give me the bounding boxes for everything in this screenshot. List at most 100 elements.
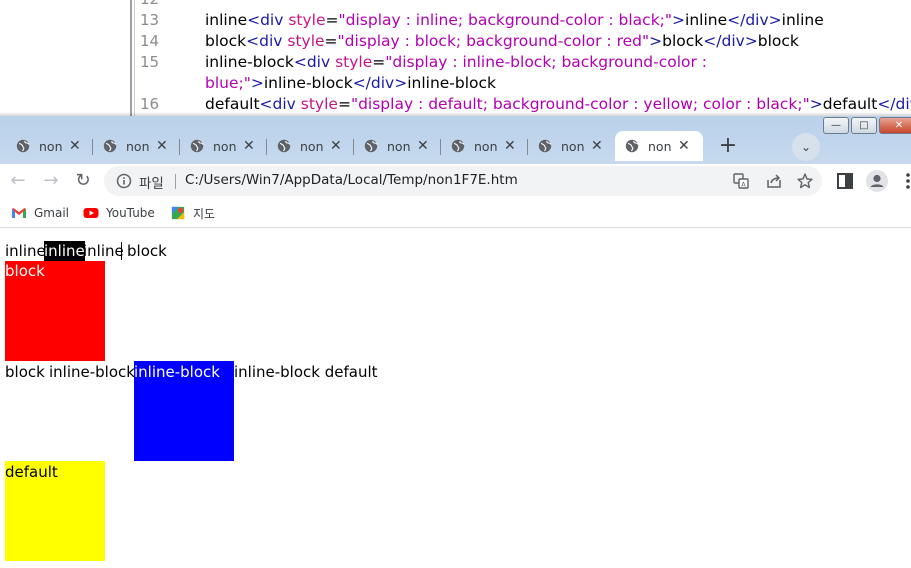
bookmark-label: Gmail — [34, 206, 70, 220]
code-token: > — [250, 74, 264, 92]
tab-search-button[interactable]: ⌄ — [792, 133, 820, 161]
profile-avatar[interactable] — [866, 170, 888, 192]
url-text[interactable]: C:/Users/Win7/AppData/Local/Temp/non1F7E… — [185, 172, 518, 188]
code-token: inline — [781, 11, 824, 29]
inline-block-div-label: inline-block — [134, 363, 220, 381]
tab-close-icon[interactable]: ✕ — [330, 138, 342, 154]
code-token: style — [335, 53, 373, 71]
code-line: 13 inline<div style="display : inline; ba… — [0, 10, 911, 31]
bookmark-youtube[interactable]: YouTube — [83, 204, 155, 222]
line-number: 13 — [140, 11, 160, 29]
tab-title: non1 — [561, 138, 585, 154]
bookmark-label: YouTube — [106, 206, 155, 220]
code-token: = — [337, 95, 351, 113]
tab-close-icon[interactable]: ✕ — [417, 138, 429, 154]
code-text: block<div style="display : block; backgr… — [205, 31, 799, 52]
code-token: <div — [247, 11, 289, 29]
code-token: block — [205, 32, 247, 50]
inline-black-div: inline — [44, 241, 85, 261]
code-token: > — [649, 32, 663, 50]
share-icon[interactable] — [765, 172, 783, 190]
globe-icon — [625, 139, 639, 153]
code-token: "display : default; background-color : y… — [350, 95, 810, 113]
translate-icon[interactable]: A — [732, 172, 750, 190]
browser-tab[interactable]: non1 ✕ — [180, 131, 267, 161]
browser-tab[interactable]: non1 ✕ — [267, 131, 354, 161]
reload-button[interactable]: ↻ — [70, 168, 96, 194]
browser-tab[interactable]: non1 ✕ — [528, 131, 615, 161]
minimize-button[interactable]: — — [823, 117, 849, 134]
code-token: <div — [293, 53, 336, 71]
bookmark-star-icon[interactable] — [796, 172, 814, 190]
info-icon[interactable] — [116, 173, 132, 189]
browser-tab[interactable]: non1 ✕ — [615, 131, 703, 161]
inline-block-blue-div: inline-block — [134, 361, 234, 461]
tab-close-icon[interactable]: ✕ — [156, 138, 168, 154]
side-panel-icon[interactable] — [833, 169, 857, 193]
tab-close-icon[interactable]: ✕ — [69, 138, 81, 154]
block-red-div: block — [5, 261, 105, 361]
tab-title: non1 — [648, 138, 672, 154]
code-text: inline-block<div style="display : inline… — [205, 52, 707, 73]
browser-titlebar: — □ ✕ non1✕non1✕non1✕non1✕non1✕non1✕non1… — [0, 116, 911, 164]
code-token: > — [672, 11, 686, 29]
address-bar[interactable]: 파일 C:/Users/Win7/AppData/Local/Temp/non1… — [104, 166, 822, 196]
back-button[interactable]: ← — [5, 168, 31, 194]
browser-tab[interactable]: non1 ✕ — [354, 131, 441, 161]
tab-title: non1 — [213, 138, 237, 154]
globe-icon — [190, 139, 204, 153]
forward-button[interactable]: → — [38, 168, 64, 194]
globe-icon — [277, 139, 291, 153]
default-div-label: default — [5, 463, 58, 481]
tab-close-icon[interactable]: ✕ — [504, 138, 516, 154]
default-yellow-div: default — [5, 461, 105, 561]
code-token: "display : inline; background-color : bl… — [338, 11, 673, 29]
code-token: </div> — [877, 95, 911, 113]
browser-tab[interactable]: non1 ✕ — [441, 131, 528, 161]
code-token: default — [205, 95, 260, 113]
code-token: blue;" — [205, 74, 251, 92]
browser-toolbar: ← → ↻ 파일 C:/Users/Win7/AppData/Local/Tem… — [0, 164, 911, 198]
code-token: = — [324, 32, 338, 50]
globe-icon — [538, 139, 552, 153]
window-controls: — □ ✕ — [821, 117, 911, 136]
code-token: = — [372, 53, 386, 71]
inline-text: inline — [5, 242, 46, 260]
code-token: block — [662, 32, 704, 50]
globe-icon — [16, 139, 30, 153]
code-token: </div> — [352, 74, 408, 92]
globe-icon — [103, 139, 117, 153]
browser-tab[interactable]: non1 ✕ — [6, 131, 93, 161]
block-text: block — [5, 363, 45, 381]
inline-block-default-text: inline-block default — [234, 363, 378, 381]
code-token: style — [287, 32, 325, 50]
block-div-label: block — [5, 262, 45, 280]
profile-icon — [870, 174, 884, 187]
close-window-button[interactable]: ✕ — [879, 117, 911, 134]
tab-close-icon[interactable]: ✕ — [243, 138, 255, 154]
menu-icon[interactable] — [896, 169, 911, 193]
svg-text:A: A — [741, 180, 746, 188]
globe-icon — [451, 139, 465, 153]
bookmark-maps[interactable]: 지도 — [170, 204, 215, 222]
code-editor: 1213inline<div style="display : inline; … — [0, 0, 911, 118]
globe-icon — [364, 139, 378, 153]
line-number: 14 — [140, 32, 160, 50]
maximize-button[interactable]: □ — [851, 117, 877, 134]
new-tab-button[interactable]: + — [714, 133, 742, 161]
inline-text: inline — [83, 242, 124, 260]
text-cursor — [121, 242, 122, 260]
tab-close-icon[interactable]: ✕ — [678, 138, 690, 154]
code-token: <div — [259, 95, 301, 113]
browser-tab[interactable]: non1 ✕ — [93, 131, 180, 161]
bookmark-gmail[interactable]: Gmail — [11, 204, 69, 222]
tab-close-icon[interactable]: ✕ — [591, 138, 603, 154]
code-token: inline-block — [263, 74, 353, 92]
gmail-icon — [12, 208, 26, 218]
code-token: > — [809, 95, 823, 113]
code-text: blue;">inline-block</div>inline-block — [205, 73, 496, 94]
code-token: "display : inline-block; background-colo… — [385, 53, 708, 71]
tab-strip: non1 ✕ non1 ✕ non1 ✕ non1 ✕ non1 ✕ non1 ✕ non1 ✕ non1 ✕ — [6, 129, 703, 161]
code-line: 14 block<div style="display : block; back… — [0, 31, 911, 52]
tab-title: non1 — [387, 138, 411, 154]
